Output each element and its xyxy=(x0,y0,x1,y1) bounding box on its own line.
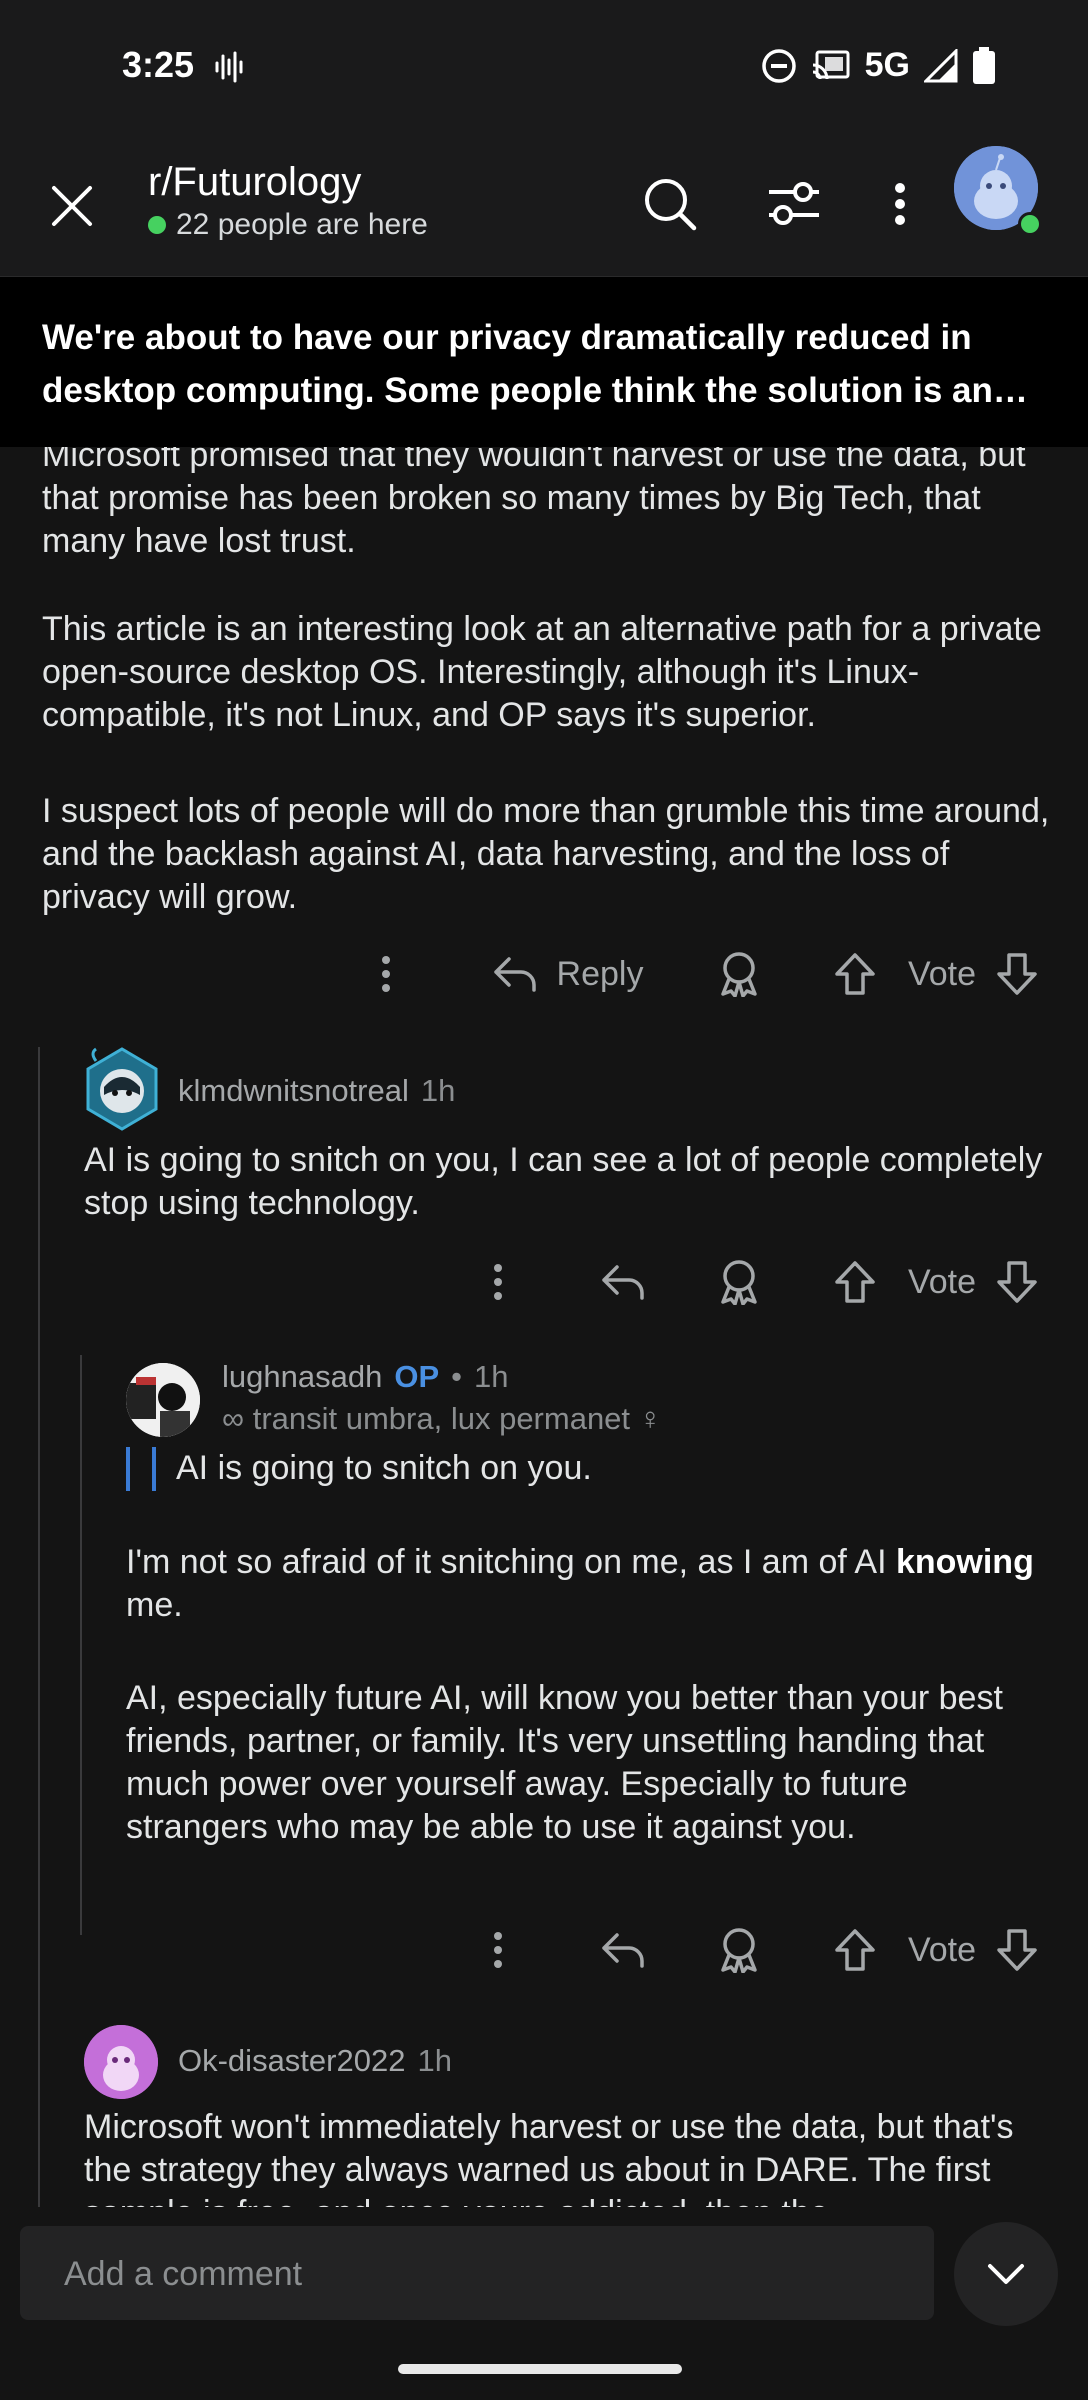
comment-username[interactable]: klmdwnitsnotreal xyxy=(178,1073,409,1109)
add-comment-input[interactable] xyxy=(62,2226,906,2322)
comment-header: Ok-disaster2022 1h xyxy=(178,2043,452,2079)
reply-button[interactable]: Reply xyxy=(488,944,648,1004)
comment-username[interactable]: Ok-disaster2022 xyxy=(178,2043,405,2079)
thread-line[interactable] xyxy=(38,1047,40,2207)
vote-count: Vote xyxy=(907,1930,977,1969)
reply-label: Reply xyxy=(556,954,644,993)
status-bar: 3:25 5G xyxy=(0,0,1088,130)
user-flair: ∞ transit umbra, lux permanet ♀ xyxy=(222,1401,662,1436)
comment-header: lughnasadh OP • 1h xyxy=(222,1359,508,1395)
award-button[interactable] xyxy=(714,944,764,1004)
reply-icon xyxy=(602,1265,644,1300)
reply-button[interactable] xyxy=(598,1920,648,1980)
downvote-arrow-icon xyxy=(997,953,1037,995)
cast-icon xyxy=(811,49,851,83)
quote-bar xyxy=(126,1447,156,1491)
comments-scroll-area[interactable]: Microsoft promised that they wouldn't ha… xyxy=(0,447,1088,2207)
online-dot-icon xyxy=(148,216,166,234)
comment-body-paragraph: AI, especially future AI, will know you … xyxy=(126,1679,1003,1846)
avatar-icon xyxy=(126,1363,200,1437)
reply-button[interactable] xyxy=(598,1252,648,1312)
network-type: 5G xyxy=(864,46,910,84)
more-vertical-icon xyxy=(382,956,390,992)
chevron-down-icon xyxy=(988,2264,1024,2284)
comment-header: klmdwnitsnotreal 1h xyxy=(178,1073,455,1109)
search-button[interactable] xyxy=(640,174,700,234)
comment-time: 1h xyxy=(420,1073,456,1108)
comment-action-bar: Vote xyxy=(0,1920,1088,1980)
post-action-bar: Reply Vote xyxy=(0,944,1088,1004)
post-more-button[interactable] xyxy=(366,944,406,1004)
do-not-disturb-icon xyxy=(761,48,797,84)
reply-icon xyxy=(602,1933,644,1968)
comment-time: 1h xyxy=(417,2043,452,2078)
add-comment-bar[interactable] xyxy=(20,2226,934,2322)
commenter-avatar[interactable] xyxy=(84,2025,158,2099)
post-title: We're about to have our privacy dramatic… xyxy=(42,318,993,410)
post-body-paragraph: I suspect lots of people will do more th… xyxy=(42,792,1050,916)
sort-filter-button[interactable] xyxy=(764,174,824,234)
online-count: 22 people are here xyxy=(176,208,428,241)
comment-username[interactable]: lughnasadh xyxy=(222,1359,382,1395)
upvote-button[interactable] xyxy=(830,1920,880,1980)
snoo-avatar-icon xyxy=(84,2025,158,2099)
downvote-arrow-icon xyxy=(997,1929,1037,1971)
upvote-arrow-icon xyxy=(835,953,875,995)
avatar-icon xyxy=(86,1047,158,1131)
meta-separator: • xyxy=(451,1359,462,1394)
voice-activity-icon xyxy=(214,50,244,84)
comment-time: 1h xyxy=(473,1359,509,1394)
battery-icon xyxy=(972,46,996,85)
upvote-arrow-icon xyxy=(835,1261,875,1303)
status-time: 3:25 xyxy=(122,44,195,85)
online-indicator: 22 people are here xyxy=(148,208,428,242)
upvote-button[interactable] xyxy=(830,944,880,1004)
comment-more-button[interactable] xyxy=(478,1920,518,1980)
downvote-arrow-icon xyxy=(997,1261,1037,1303)
post-body-paragraph: This article is an interesting look at a… xyxy=(42,610,1042,734)
subreddit-name[interactable]: r/Futurology xyxy=(148,160,361,205)
user-online-dot-icon xyxy=(1018,212,1042,236)
comment-body: AI is going to snitch on you, I can see … xyxy=(84,1141,1043,1222)
award-button[interactable] xyxy=(714,1252,764,1312)
downvote-button[interactable] xyxy=(992,1252,1042,1312)
collapse-button[interactable] xyxy=(954,2222,1058,2326)
more-vertical-icon xyxy=(494,1264,502,1300)
downvote-button[interactable] xyxy=(992,1920,1042,1980)
filter-icon xyxy=(769,182,819,225)
thread-line[interactable] xyxy=(80,1355,82,1935)
home-indicator[interactable] xyxy=(398,2364,682,2374)
upvote-button[interactable] xyxy=(830,1252,880,1312)
vote-count: Vote xyxy=(907,954,977,993)
upvote-arrow-icon xyxy=(835,1929,875,1971)
signal-icon xyxy=(924,48,958,83)
post-title-banner[interactable]: We're about to have our privacy dramatic… xyxy=(0,277,1088,447)
commenter-avatar[interactable] xyxy=(82,1047,162,1131)
more-vertical-icon xyxy=(895,183,905,225)
close-button[interactable] xyxy=(42,176,102,236)
app-header: r/Futurology 22 people are here xyxy=(0,130,1088,277)
comment-body-paragraph: I'm not so afraid of it snitching on me,… xyxy=(126,1543,1034,1624)
award-icon xyxy=(721,952,757,997)
comment-more-button[interactable] xyxy=(478,1252,518,1312)
award-icon xyxy=(721,1260,757,1305)
close-icon xyxy=(52,186,92,226)
award-icon xyxy=(721,1928,757,1973)
more-vertical-icon xyxy=(494,1932,502,1968)
post-body-paragraph: Microsoft promised that they wouldn't ha… xyxy=(42,447,1026,560)
comment-action-bar: Vote xyxy=(0,1252,1088,1312)
downvote-button[interactable] xyxy=(992,944,1042,1004)
commenter-avatar[interactable] xyxy=(126,1363,200,1437)
more-options-button[interactable] xyxy=(880,174,920,234)
status-icons: 5G xyxy=(761,46,996,85)
quoted-text: AI is going to snitch on you. xyxy=(176,1449,592,1487)
search-icon xyxy=(645,179,697,231)
comment-body: Microsoft won't immediately harvest or u… xyxy=(84,2108,1014,2207)
reply-icon xyxy=(493,957,536,992)
op-badge: OP xyxy=(394,1359,440,1394)
award-button[interactable] xyxy=(714,1920,764,1980)
vote-count: Vote xyxy=(907,1262,977,1301)
